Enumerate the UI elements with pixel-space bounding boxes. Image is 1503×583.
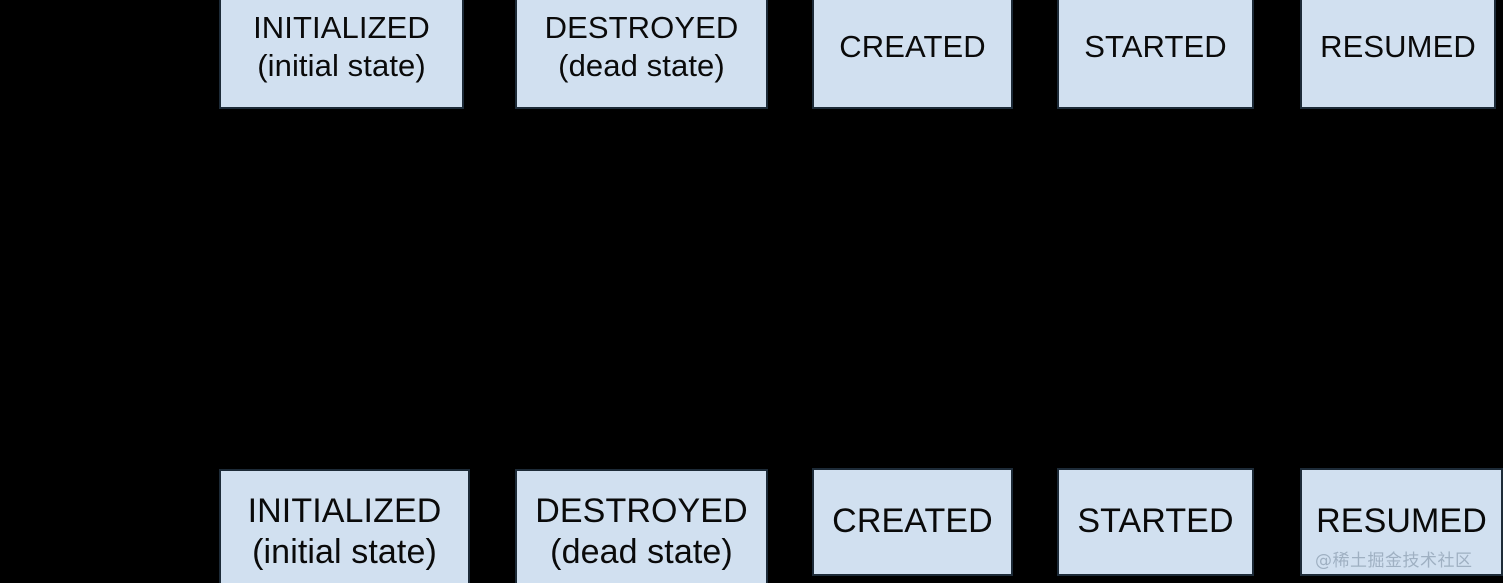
- state-box-started-top[interactable]: STARTED: [1057, 0, 1254, 109]
- state-box-initialized-top[interactable]: INITIALIZED (initial state): [219, 0, 464, 109]
- state-box-created-bottom[interactable]: CREATED: [812, 468, 1013, 576]
- state-box-destroyed-bottom[interactable]: DESTROYED (dead state): [515, 469, 768, 583]
- state-box-initialized-bottom[interactable]: INITIALIZED (initial state): [219, 469, 470, 583]
- state-label-primary: DESTROYED: [544, 9, 739, 45]
- state-box-destroyed-top[interactable]: DESTROYED (dead state): [515, 0, 768, 109]
- state-label-secondary: (initial state): [252, 533, 437, 571]
- state-box-started-bottom[interactable]: STARTED: [1057, 468, 1254, 576]
- state-label-secondary: (initial state): [257, 47, 426, 83]
- state-box-resumed-top[interactable]: RESUMED: [1300, 0, 1496, 109]
- state-label-primary: INITIALIZED: [253, 9, 430, 45]
- state-label-primary: INITIALIZED: [247, 491, 442, 530]
- state-box-resumed-bottom[interactable]: RESUMED: [1300, 468, 1503, 576]
- state-label-secondary: (dead state): [550, 533, 733, 571]
- state-label-primary: STARTED: [1077, 502, 1234, 541]
- state-label-primary: DESTROYED: [535, 491, 748, 530]
- state-label-secondary: (dead state): [558, 47, 725, 83]
- state-label-primary: RESUMED: [1320, 28, 1476, 64]
- state-box-created-top[interactable]: CREATED: [812, 0, 1013, 109]
- state-label-primary: CREATED: [839, 28, 986, 64]
- state-label-primary: CREATED: [832, 502, 993, 541]
- state-label-primary: STARTED: [1084, 28, 1227, 64]
- state-label-primary: RESUMED: [1316, 502, 1487, 541]
- diagram-canvas: INITIALIZED (initial state) DESTROYED (d…: [0, 0, 1503, 583]
